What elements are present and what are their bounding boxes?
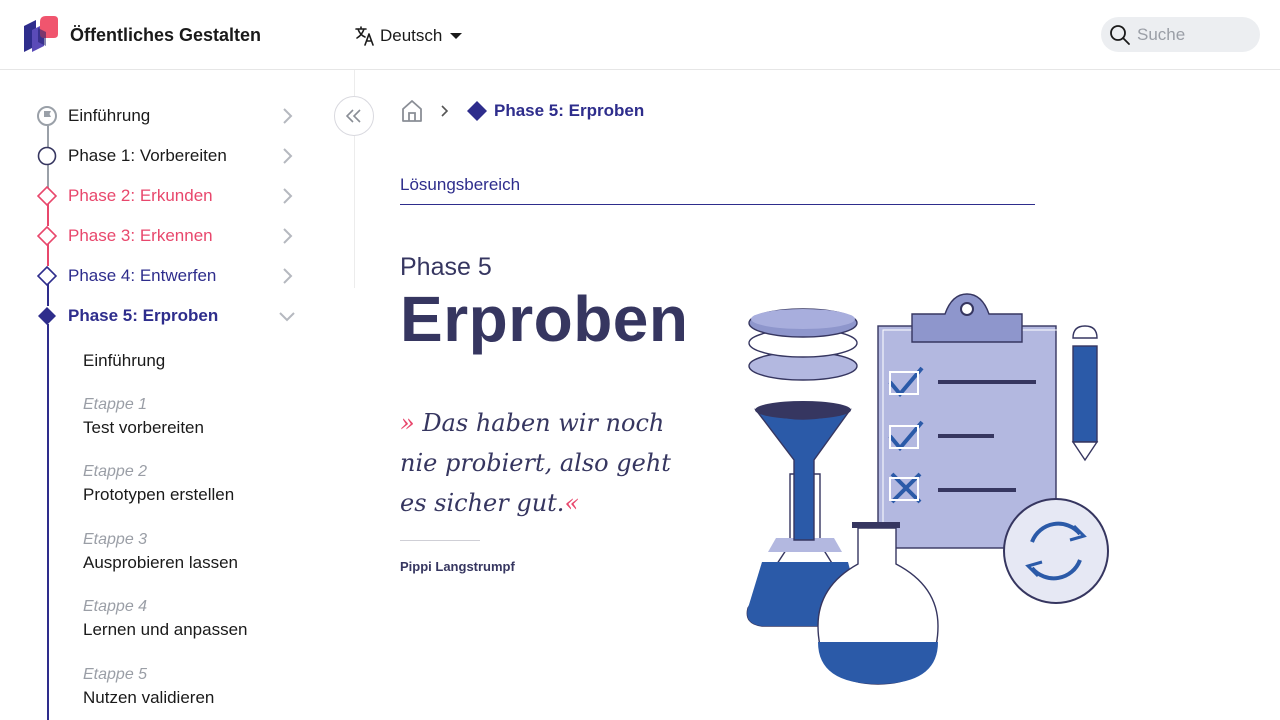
sidebar-item-phase-3[interactable]: Phase 3: Erkennen bbox=[30, 219, 300, 253]
language-label: Deutsch bbox=[380, 26, 443, 45]
subitem-etappe-5[interactable]: Etappe 5 Nutzen validieren bbox=[83, 666, 214, 708]
subitem-stage: Etappe 3 bbox=[83, 531, 148, 548]
caret-down-icon bbox=[450, 33, 463, 39]
sidebar-item-label: Phase 1: Vorbereiten bbox=[68, 146, 227, 165]
subitem-etappe-1[interactable]: Etappe 1 Test vorbereiten bbox=[83, 396, 204, 438]
chevron-right-icon[interactable] bbox=[278, 267, 296, 285]
subitem-einfuehrung[interactable]: Einführung bbox=[83, 351, 165, 371]
refresh-icon bbox=[1003, 498, 1109, 604]
quote-divider bbox=[400, 540, 480, 541]
quote-author: Pippi Langstrumpf bbox=[400, 559, 515, 574]
sidebar-item-label: Phase 4: Entwerfen bbox=[68, 266, 217, 285]
subitem-etappe-4[interactable]: Etappe 4 Lernen und anpassen bbox=[83, 598, 247, 640]
logo-icon[interactable] bbox=[22, 16, 58, 54]
search-box[interactable] bbox=[1101, 17, 1260, 52]
translate-icon bbox=[355, 26, 374, 46]
sidebar-item-label: Phase 2: Erkunden bbox=[68, 186, 213, 205]
flag-icon bbox=[37, 106, 57, 126]
circle-icon bbox=[37, 146, 57, 166]
quote-open-mark: » bbox=[400, 409, 415, 437]
quote: » Das haben wir noch nie probiert, also … bbox=[400, 403, 700, 523]
subitem-title: Lernen und anpassen bbox=[83, 620, 248, 639]
subitem-title: Einführung bbox=[83, 351, 166, 370]
subitem-stage: Etappe 1 bbox=[83, 396, 148, 413]
brand-name[interactable]: Öffentliches Gestalten bbox=[70, 25, 261, 46]
subitem-title: Prototypen erstellen bbox=[83, 485, 235, 504]
section-divider bbox=[400, 204, 1035, 205]
diamond-filled-icon bbox=[467, 101, 487, 121]
chevron-down-icon[interactable] bbox=[278, 307, 296, 325]
section-label[interactable]: Lösungsbereich bbox=[400, 175, 520, 195]
diamond-outline-icon bbox=[37, 186, 57, 206]
subitem-stage: Etappe 4 bbox=[83, 598, 148, 615]
subitem-title: Ausprobieren lassen bbox=[83, 553, 238, 572]
diamond-filled-icon bbox=[38, 307, 56, 325]
home-icon[interactable] bbox=[400, 99, 424, 123]
page-title: Erproben bbox=[400, 283, 689, 355]
chevron-right-icon[interactable] bbox=[278, 227, 296, 245]
breadcrumb: Phase 5: Erproben bbox=[400, 98, 644, 124]
search-icon bbox=[1110, 24, 1130, 45]
diamond-outline-icon bbox=[37, 266, 57, 286]
subitem-stage: Etappe 5 bbox=[83, 666, 148, 683]
chevron-right-icon[interactable] bbox=[278, 187, 296, 205]
top-header: Öffentliches Gestalten Deutsch bbox=[0, 0, 1280, 70]
sidebar-item-label: Einführung bbox=[68, 106, 151, 125]
sidebar-item-phase-4[interactable]: Phase 4: Entwerfen bbox=[30, 259, 300, 293]
subitem-etappe-3[interactable]: Etappe 3 Ausprobieren lassen bbox=[83, 531, 238, 573]
chevron-right-icon[interactable] bbox=[278, 147, 296, 165]
sidebar-item-phase-5[interactable]: Phase 5: Erproben bbox=[30, 299, 300, 333]
double-chevron-left-icon bbox=[346, 109, 361, 123]
chevron-right-icon bbox=[441, 105, 449, 117]
sidebar-item-label: Phase 5: Erproben bbox=[68, 306, 219, 325]
search-input[interactable] bbox=[1137, 24, 1247, 45]
collapse-sidebar-button[interactable] bbox=[334, 96, 374, 136]
diamond-outline-icon bbox=[37, 226, 57, 246]
sidebar-item-einfuehrung[interactable]: Einführung bbox=[30, 99, 300, 133]
sidebar-item-phase-2[interactable]: Phase 2: Erkunden bbox=[30, 179, 300, 213]
quote-close-mark: « bbox=[564, 489, 580, 517]
subitem-title: Test vorbereiten bbox=[83, 418, 204, 437]
sidebar-item-label: Phase 3: Erkennen bbox=[68, 226, 213, 245]
pencil-icon bbox=[1071, 325, 1099, 462]
language-selector[interactable]: Deutsch bbox=[355, 24, 463, 48]
progress-rail bbox=[47, 324, 49, 720]
breadcrumb-current[interactable]: Phase 5: Erproben bbox=[494, 101, 644, 121]
subitem-etappe-2[interactable]: Etappe 2 Prototypen erstellen bbox=[83, 463, 234, 505]
quote-text: Das haben wir noch nie probiert, also ge… bbox=[400, 409, 671, 517]
subitem-title: Nutzen validieren bbox=[83, 688, 215, 707]
lab-experiment-illustration bbox=[746, 293, 1109, 685]
phase-number: Phase 5 bbox=[400, 253, 492, 281]
subitem-stage: Etappe 2 bbox=[83, 463, 148, 480]
stacked-discs-icon bbox=[748, 308, 858, 381]
sidebar-item-phase-1[interactable]: Phase 1: Vorbereiten bbox=[30, 139, 300, 173]
chevron-right-icon[interactable] bbox=[278, 107, 296, 125]
